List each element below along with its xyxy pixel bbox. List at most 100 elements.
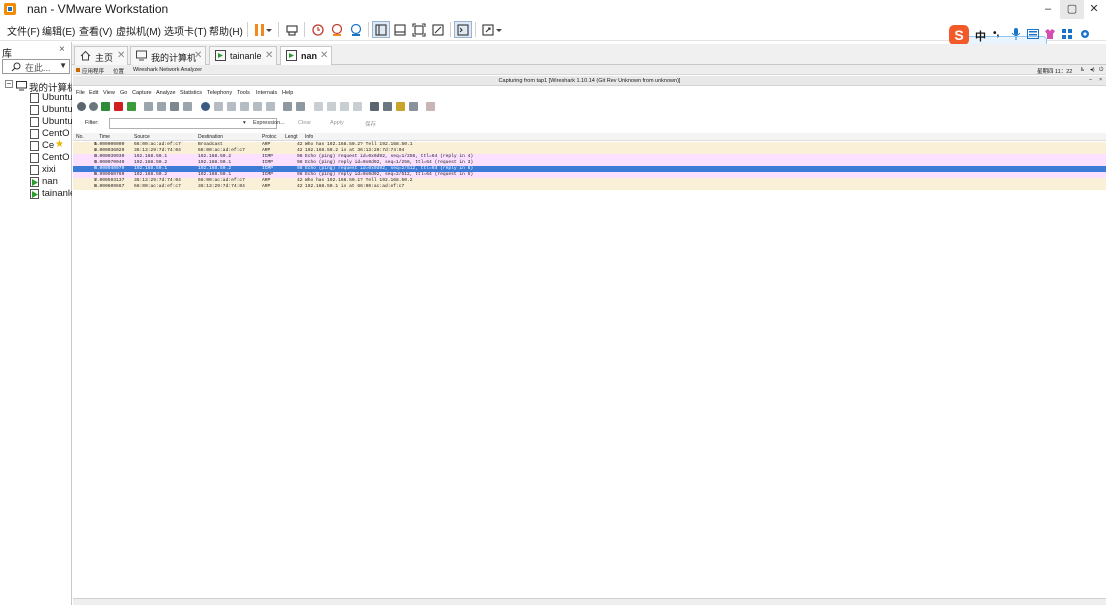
menu-vm[interactable]: 虚拟机(M) — [116, 23, 161, 38]
library-search-input[interactable]: 在此... ▼ — [2, 59, 70, 74]
col-header-destination[interactable]: Destination — [198, 134, 223, 140]
restart-capture-icon[interactable] — [127, 102, 136, 111]
capture-filters-icon[interactable] — [370, 102, 379, 111]
ws-menu-tools[interactable]: Tools — [237, 90, 250, 96]
minimize-button[interactable]: – — [1036, 0, 1060, 19]
tab-my-computer[interactable]: 我的计算机 ✕ — [130, 46, 206, 65]
clear-button[interactable]: Clear — [298, 120, 311, 126]
chevron-down-icon[interactable]: ▼ — [59, 61, 67, 70]
col-header-source[interactable]: Source — [134, 134, 150, 140]
coloring-rules-icon[interactable] — [396, 102, 405, 111]
ws-menu-edit[interactable]: Edit — [89, 90, 98, 96]
send-keys-icon[interactable] — [283, 21, 301, 38]
chevron-down-icon[interactable]: ▾ — [243, 120, 246, 126]
resize-columns-icon[interactable] — [353, 102, 362, 111]
ws-menu-telephony[interactable]: Telephony — [207, 90, 232, 96]
go-forward-icon[interactable] — [227, 102, 236, 111]
tree-item-vm[interactable]: Ubuntu — [0, 92, 72, 104]
close-icon[interactable]: ✕ — [320, 50, 328, 61]
tree-item-vm-running[interactable]: tainanle — [0, 188, 72, 200]
guest-minimize-button[interactable]: – — [1089, 77, 1092, 83]
menu-view[interactable]: 查看(V) — [79, 23, 112, 38]
tab-tainanle[interactable]: tainanle ✕ — [209, 46, 277, 65]
keyboard-icon[interactable] — [1027, 29, 1039, 39]
skin-icon[interactable] — [1044, 28, 1056, 40]
toolbox-grid-icon[interactable] — [1062, 29, 1072, 39]
tree-item-vm[interactable]: CentO — [0, 152, 72, 164]
sogou-logo-icon[interactable]: S — [948, 24, 970, 46]
thumbnail-bar-icon[interactable] — [391, 21, 409, 38]
tab-nan[interactable]: nan ✕ — [280, 46, 332, 66]
col-header-time[interactable]: Time — [99, 134, 110, 140]
zoom-out-icon[interactable] — [327, 102, 336, 111]
guest-places-menu[interactable]: 位置 — [113, 67, 124, 75]
col-header-length[interactable]: Lengt — [285, 134, 298, 140]
tree-item-vm[interactable]: CentO — [0, 128, 72, 140]
close-button[interactable]: ✕ — [1082, 0, 1106, 19]
menu-edit[interactable]: 编辑(E) — [42, 23, 75, 38]
go-back-icon[interactable] — [214, 102, 223, 111]
ws-menu-analyze[interactable]: Analyze — [156, 90, 176, 96]
menu-tabs[interactable]: 选项卡(T) — [164, 23, 207, 38]
revert-snapshot-icon[interactable] — [328, 21, 346, 38]
ws-menu-help[interactable]: Help — [282, 90, 293, 96]
show-library-icon[interactable] — [372, 21, 390, 38]
microphone-icon[interactable] — [1011, 28, 1021, 40]
ime-punct-indicator[interactable]: •, — [993, 28, 999, 39]
tree-item-vm[interactable]: Ubuntu — [0, 116, 72, 128]
ime-lang-indicator[interactable]: 中 — [975, 28, 986, 44]
col-header-protocol[interactable]: Protoc — [262, 134, 276, 140]
fullscreen-icon[interactable] — [410, 21, 428, 38]
library-close-button[interactable]: × — [59, 44, 65, 55]
ws-menu-statistics[interactable]: Statistics — [180, 90, 202, 96]
help-icon[interactable] — [426, 102, 435, 111]
tree-root-my-computer[interactable]: − 我的计算机 — [0, 80, 72, 92]
ws-menu-file[interactable]: File — [76, 90, 85, 96]
close-file-icon[interactable] — [170, 102, 179, 111]
snapshot-icon[interactable] — [309, 21, 327, 38]
tree-item-vm-running[interactable]: nan — [0, 176, 72, 188]
guest-close-button[interactable]: × — [1099, 77, 1102, 83]
tree-item-vm[interactable]: Ubuntu — [0, 104, 72, 116]
ws-menu-internals[interactable]: Internals — [256, 90, 277, 96]
save-file-icon[interactable] — [157, 102, 166, 111]
start-capture-icon[interactable] — [101, 102, 110, 111]
ws-menu-capture[interactable]: Capture — [132, 90, 152, 96]
reload-icon[interactable] — [183, 102, 192, 111]
unity-icon[interactable] — [429, 21, 447, 38]
first-packet-icon[interactable] — [253, 102, 262, 111]
options-icon[interactable] — [89, 102, 98, 111]
packet-row[interactable]: 8 5.000609567 66:00:ac:ad:ef:c7 36:13:29:7d… — [73, 184, 1106, 190]
guest-apps-menu[interactable]: 应用程序 — [82, 67, 104, 75]
zoom-in-icon[interactable] — [314, 102, 323, 111]
chevron-down-icon[interactable] — [264, 21, 274, 38]
collapse-icon[interactable]: − — [5, 80, 13, 88]
normal-size-icon[interactable] — [340, 102, 349, 111]
restore-button[interactable]: ▢ — [1060, 0, 1084, 19]
go-to-packet-icon[interactable] — [240, 102, 249, 111]
col-header-no[interactable]: No. — [76, 134, 84, 140]
tab-home[interactable]: 主页 ✕ — [74, 46, 128, 65]
tree-item-vm[interactable]: xixi — [0, 164, 72, 176]
close-icon[interactable]: ✕ — [265, 50, 273, 61]
ws-menu-go[interactable]: Go — [120, 90, 127, 96]
last-packet-icon[interactable] — [266, 102, 275, 111]
menu-file[interactable]: 文件(F) — [7, 23, 40, 38]
guest-display[interactable]: 应用程序 位置 Wireshark Network Analyzer 星期四 1… — [73, 65, 1106, 605]
accessibility-icon[interactable]: ♿ — [1080, 67, 1085, 73]
filter-input[interactable] — [109, 118, 277, 129]
power-icon[interactable]: ⏻ — [1099, 67, 1103, 74]
find-packet-icon[interactable] — [201, 102, 210, 111]
colorize-icon[interactable] — [283, 102, 292, 111]
save-filter-button[interactable]: 保存 — [365, 120, 376, 128]
auto-scroll-icon[interactable] — [296, 102, 305, 111]
close-icon[interactable]: ✕ — [194, 50, 202, 61]
display-filters-icon[interactable] — [383, 102, 392, 111]
tree-item-vm[interactable]: Ce ★ — [0, 140, 72, 152]
apply-button[interactable]: Apply — [330, 120, 344, 126]
volume-icon[interactable]: ◂) — [1090, 67, 1095, 73]
menu-help[interactable]: 帮助(H) — [209, 23, 243, 38]
ws-menu-view[interactable]: View — [103, 90, 115, 96]
interfaces-icon[interactable] — [77, 102, 86, 111]
snapshot-manager-icon[interactable] — [347, 21, 365, 38]
